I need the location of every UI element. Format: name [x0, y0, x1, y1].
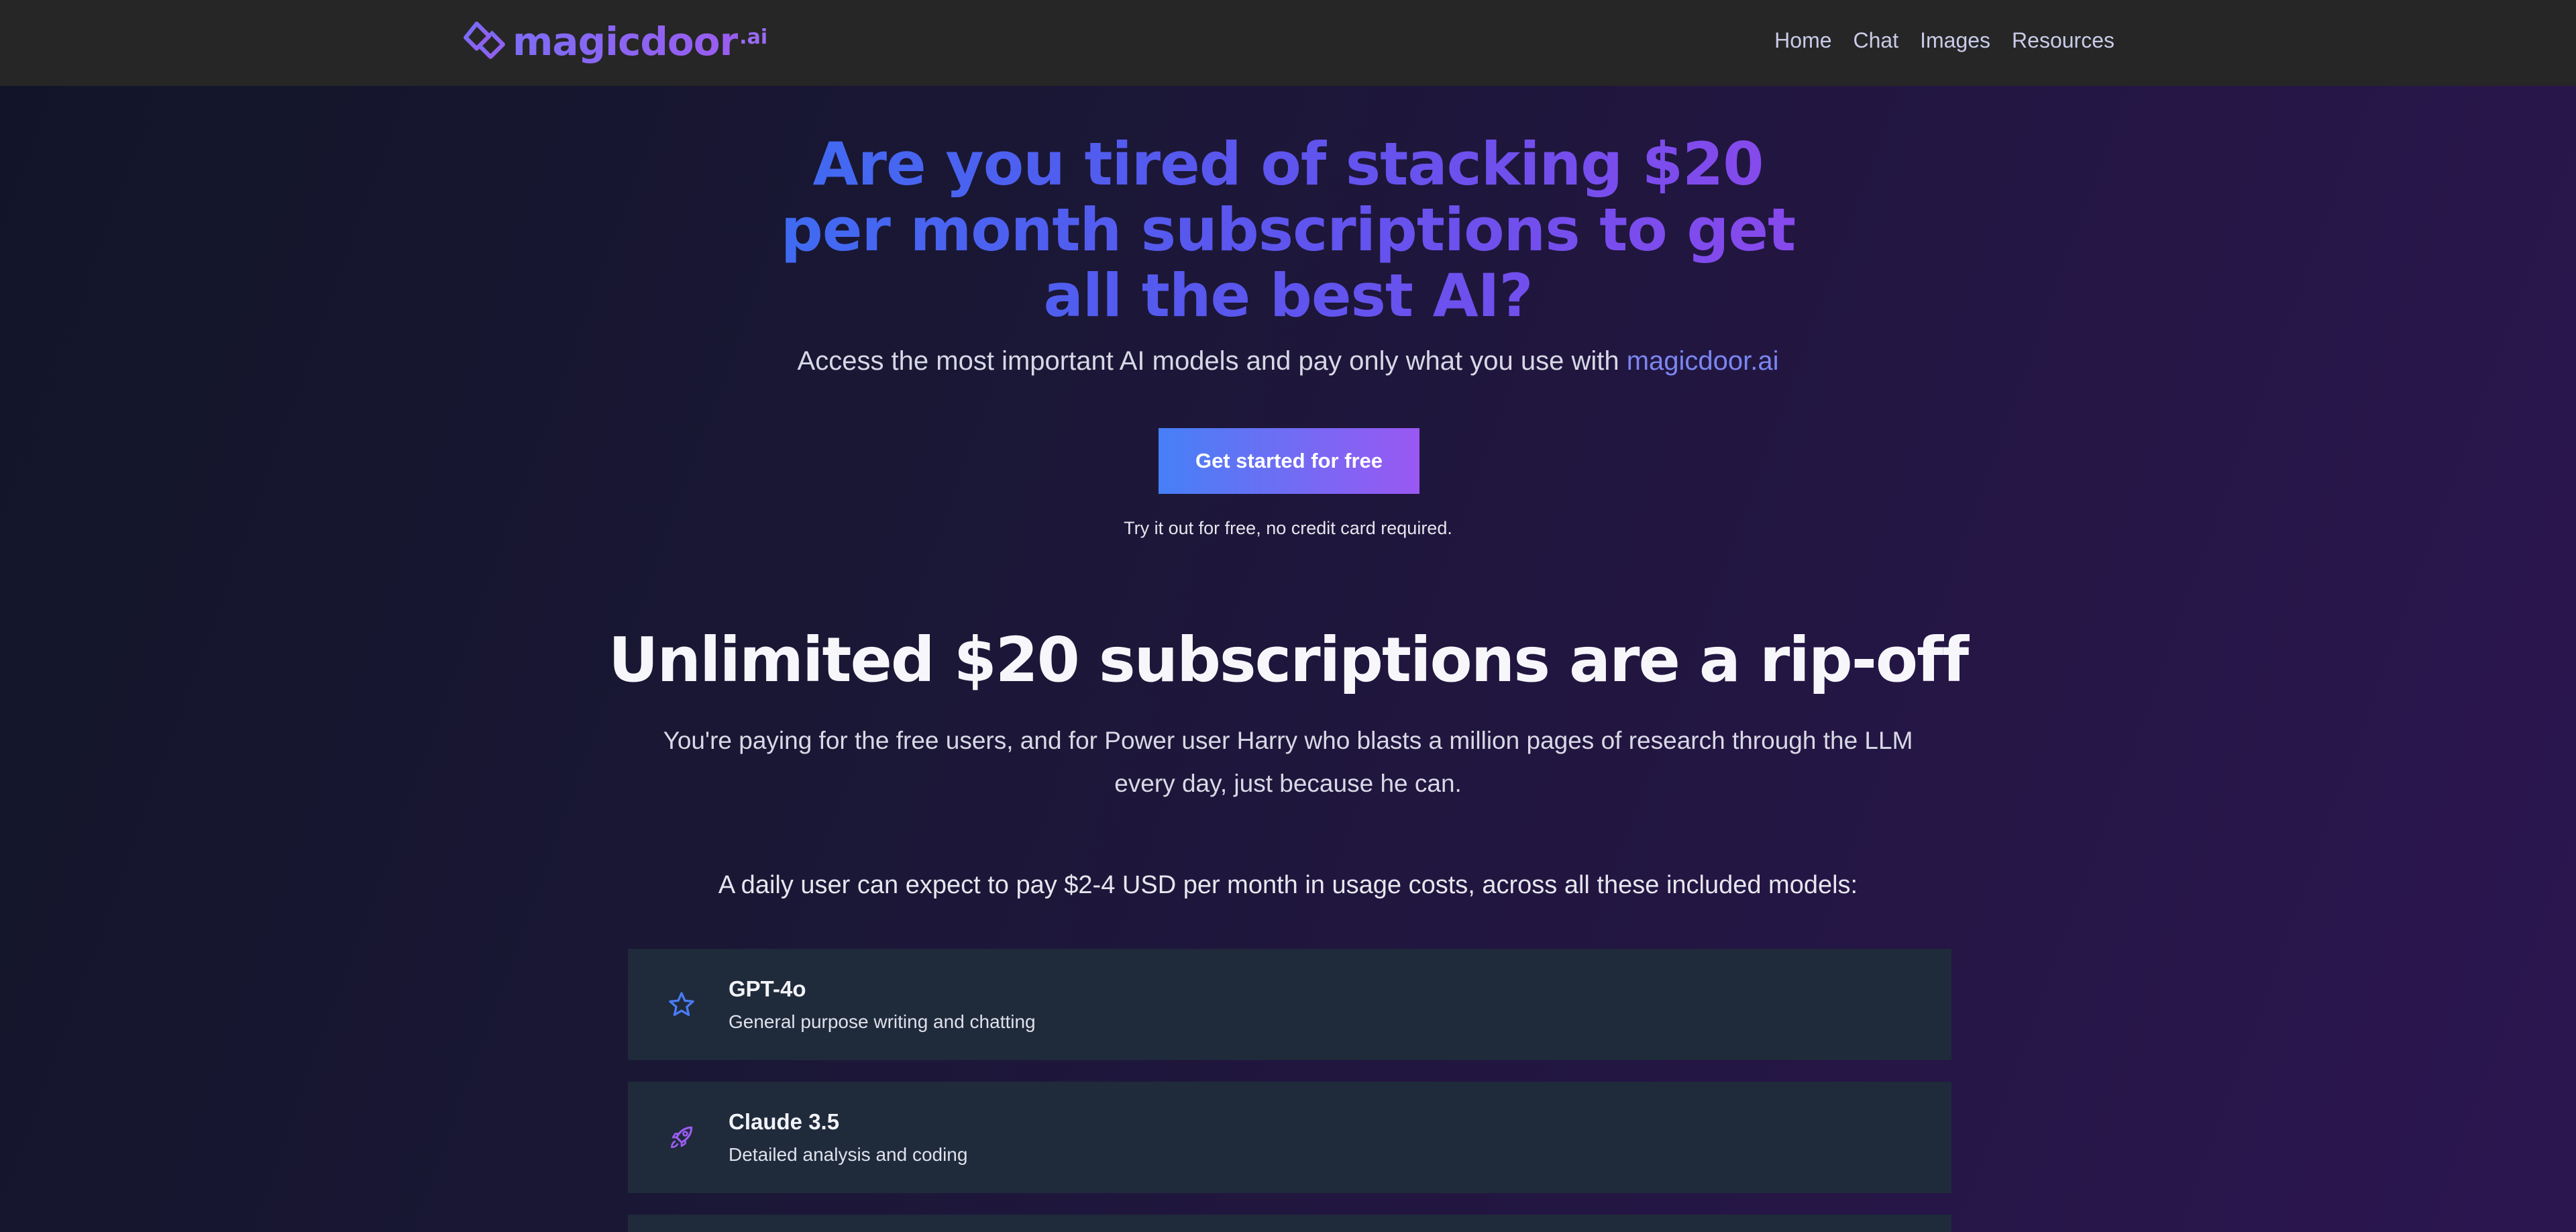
hero-title: Are you tired of stacking $20 per month … — [751, 132, 1825, 329]
section-lead: A daily user can expect to pay $2-4 USD … — [718, 871, 1858, 899]
logo-suffix: .ai — [739, 25, 768, 49]
nav-link-chat[interactable]: Chat — [1854, 28, 1899, 53]
hero-subtitle: Access the most important AI models and … — [617, 346, 1959, 376]
main-nav: Home Chat Images Resources — [1774, 28, 2114, 53]
nav-link-resources[interactable]: Resources — [2012, 28, 2114, 53]
star-icon — [661, 984, 702, 1025]
model-card-gpt-4o: GPT-4o General purpose writing and chatt… — [628, 949, 1951, 1060]
logo-text: magicdoor — [513, 19, 739, 64]
model-description: General purpose writing and chatting — [729, 1011, 1036, 1032]
hero-brand-link[interactable]: magicdoor.ai — [1627, 346, 1779, 376]
model-card-partial — [628, 1215, 1951, 1232]
logo[interactable]: magicdoor .ai — [463, 17, 767, 66]
nav-link-home[interactable]: Home — [1774, 28, 1831, 53]
section-title: Unlimited $20 subscriptions are a rip-of… — [608, 624, 1969, 696]
nav-link-images[interactable]: Images — [1920, 28, 1990, 53]
model-description: Detailed analysis and coding — [729, 1144, 968, 1165]
get-started-button[interactable]: Get started for free — [1159, 428, 1419, 494]
model-name: Claude 3.5 — [729, 1109, 840, 1134]
section-body: You're paying for the free users, and fo… — [663, 727, 1913, 797]
rocket-icon — [661, 1117, 702, 1158]
top-navigation-bar: magicdoor .ai Home Chat Images Resources — [0, 0, 2576, 86]
model-name: GPT-4o — [729, 976, 806, 1001]
model-card-claude-3-5: Claude 3.5 Detailed analysis and coding — [628, 1082, 1951, 1193]
magicdoor-logo-icon — [463, 18, 507, 66]
hero-subtitle-text: Access the most important AI models and … — [797, 346, 1627, 376]
cta-note: Try it out for free, no credit card requ… — [1124, 518, 1452, 538]
